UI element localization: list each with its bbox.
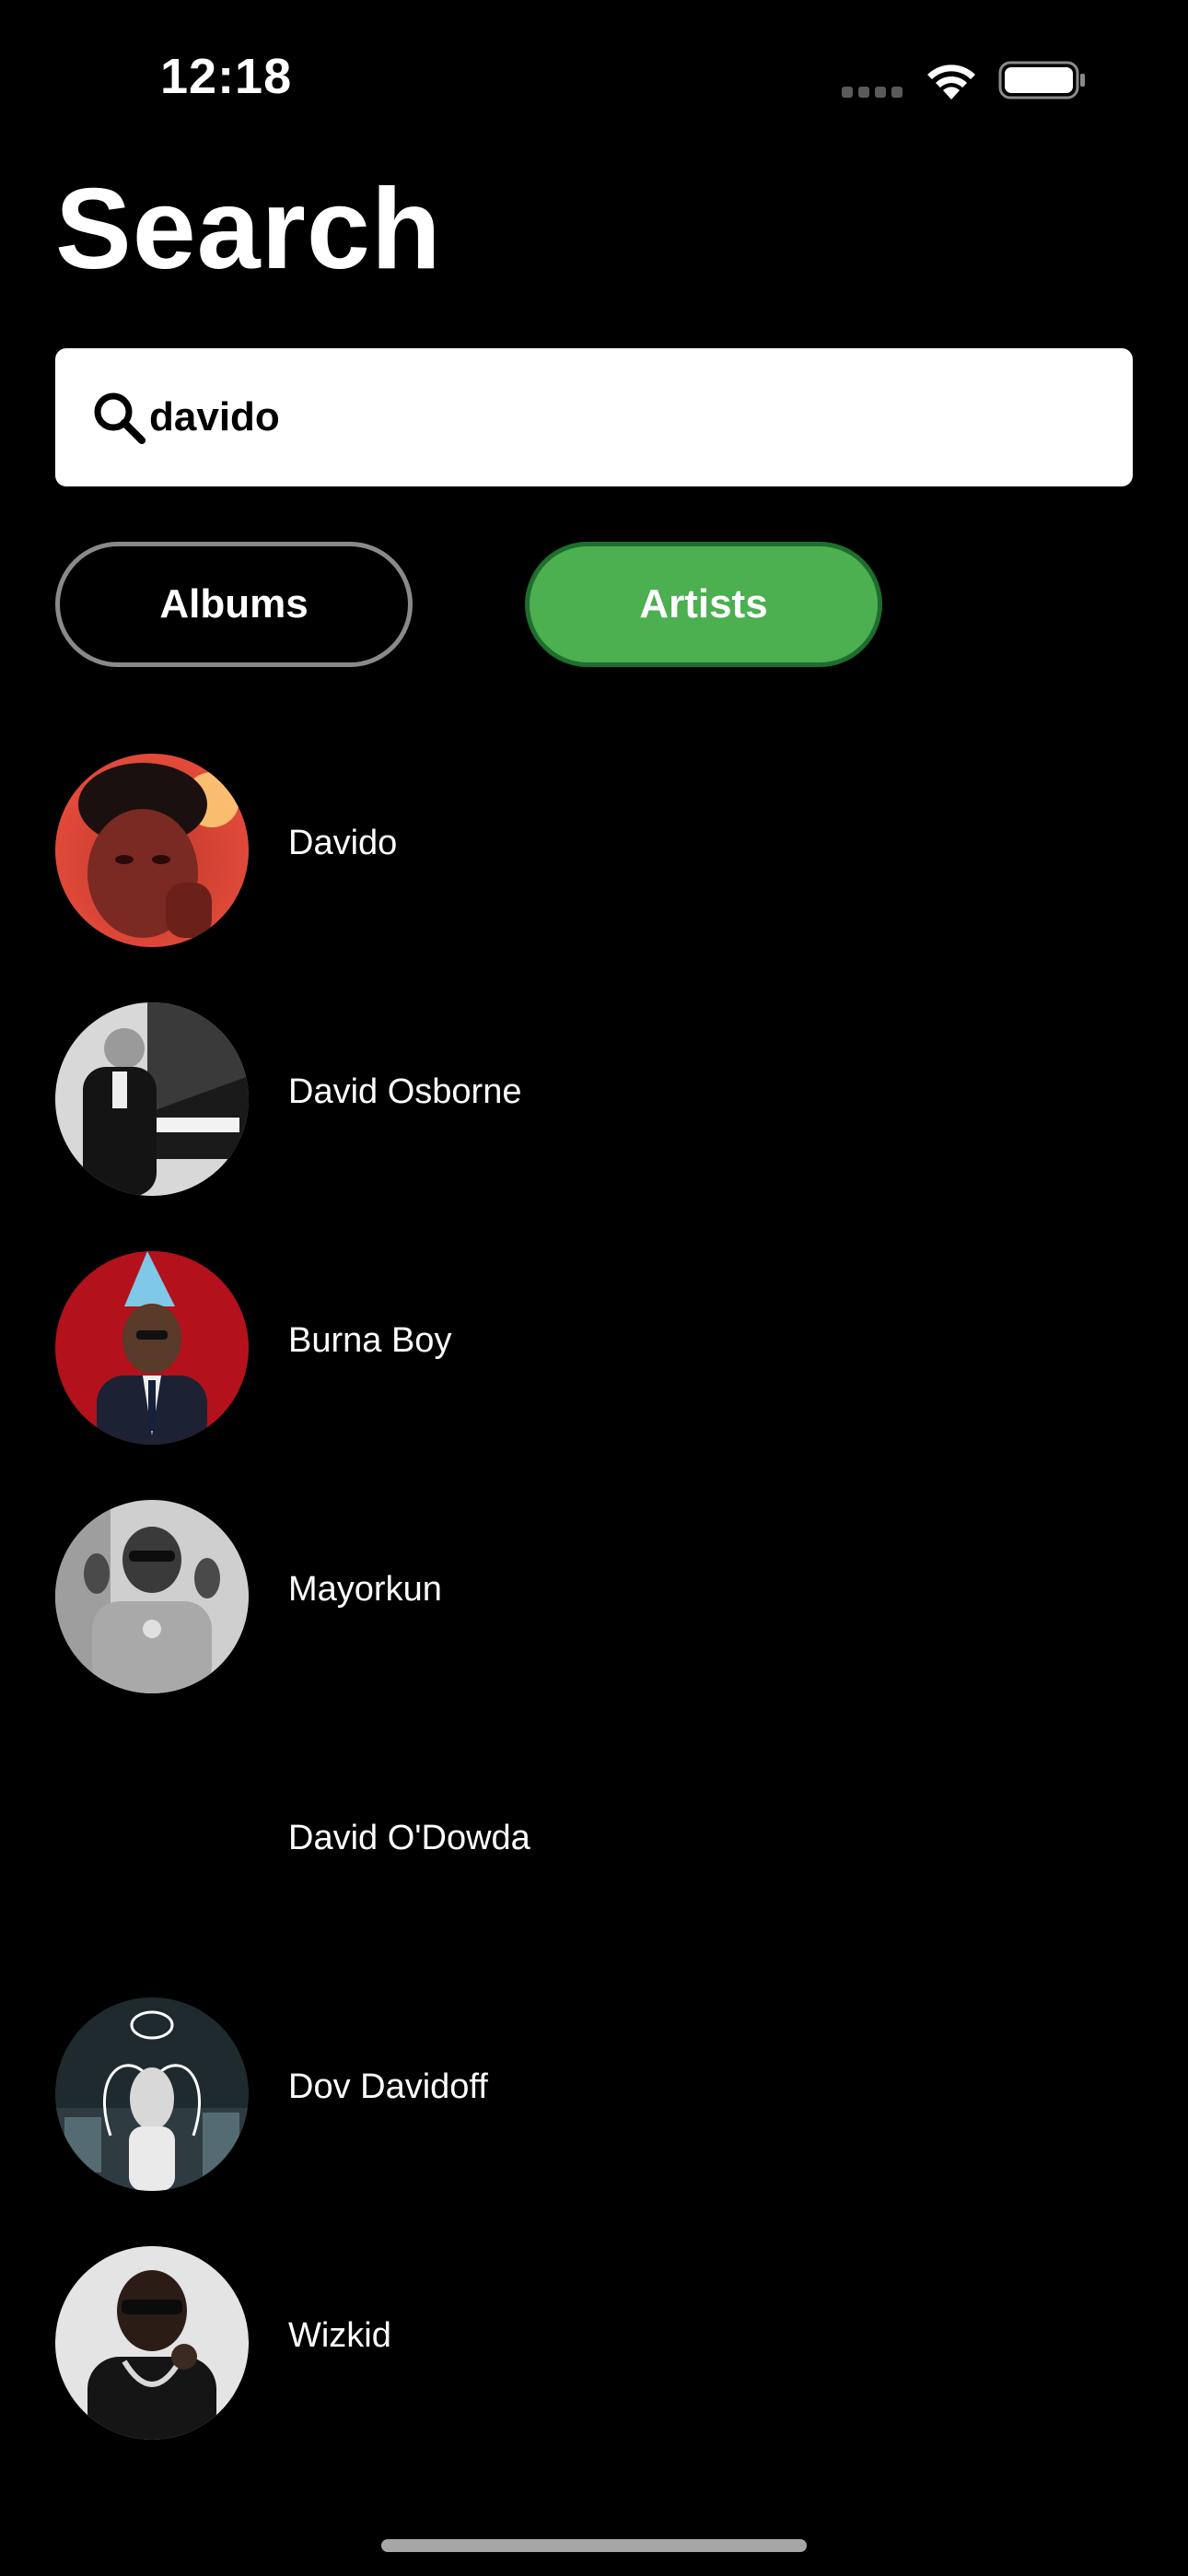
artist-name: David O'Dowda: [288, 1819, 530, 1857]
artists-filter-label: Artists: [639, 581, 768, 626]
status-time: 12:18: [160, 49, 293, 104]
artist-avatar: [55, 1500, 249, 1693]
search-input[interactable]: [149, 381, 1089, 453]
list-item[interactable]: Davido: [55, 754, 1133, 947]
artist-name: Dov Davidoff: [288, 2067, 488, 2106]
list-item[interactable]: Mayorkun: [55, 1500, 1133, 1693]
artist-avatar: [55, 1251, 249, 1445]
artist-name: David Osborne: [288, 1072, 522, 1111]
artist-name: Wizkid: [288, 2316, 391, 2355]
cellular-signal-icon: [842, 87, 903, 98]
list-item[interactable]: David Osborne: [55, 1002, 1133, 1196]
artist-name: Davido: [288, 824, 398, 862]
artist-name: Mayorkun: [288, 1570, 442, 1609]
artist-avatar: [55, 2246, 249, 2440]
albums-filter-label: Albums: [159, 581, 309, 626]
list-item[interactable]: David O'Dowda: [55, 1749, 1133, 1942]
artist-name: Burna Boy: [288, 1321, 452, 1360]
search-icon: [94, 392, 146, 444]
artist-avatar: [55, 1997, 249, 2191]
page-title: Search: [55, 166, 442, 293]
wifi-icon: [927, 64, 975, 100]
albums-filter-button[interactable]: Albums: [55, 542, 413, 667]
artist-avatar: [55, 754, 249, 947]
list-item[interactable]: Dov Davidoff: [55, 1997, 1133, 2191]
search-bar[interactable]: [55, 348, 1133, 486]
status-bar: 12:18: [0, 0, 1188, 157]
list-item[interactable]: Burna Boy: [55, 1251, 1133, 1445]
artist-avatar-empty: [55, 1749, 249, 1942]
artist-avatar: [55, 1002, 249, 1196]
artists-filter-button[interactable]: Artists: [525, 542, 882, 667]
home-indicator[interactable]: [381, 2539, 807, 2552]
battery-icon: [998, 61, 1085, 100]
list-item[interactable]: Wizkid: [55, 2246, 1133, 2440]
